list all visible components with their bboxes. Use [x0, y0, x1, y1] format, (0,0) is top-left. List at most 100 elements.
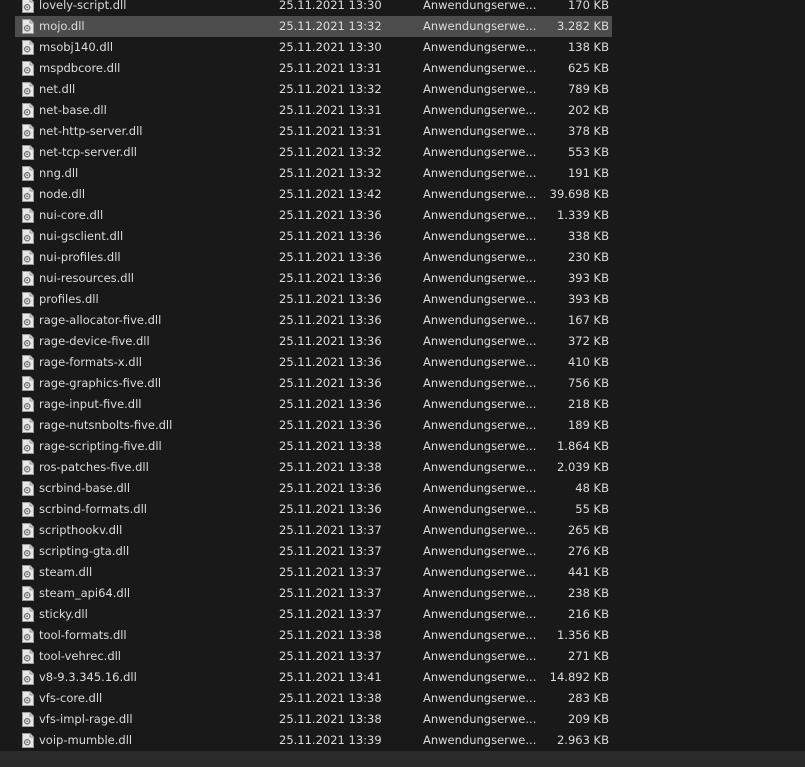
file-row[interactable]: voip-mumble.dll 25.11.2021 13:39 Anwendu… — [0, 730, 805, 751]
file-name[interactable]: rage-graphics-five.dll — [39, 373, 161, 394]
file-row[interactable]: lovely-script.dll 25.11.2021 13:30 Anwen… — [0, 0, 805, 16]
dll-file-icon — [22, 229, 34, 244]
file-row[interactable]: scripting-gta.dll 25.11.2021 13:37 Anwen… — [0, 541, 805, 562]
file-size: 372 KB — [567, 334, 609, 348]
dll-file-icon — [22, 397, 34, 412]
file-modified-date: 25.11.2021 13:32 — [279, 82, 382, 96]
file-row[interactable]: profiles.dll 25.11.2021 13:36 Anwendungs… — [0, 289, 805, 310]
file-type: Anwendungserwe... — [423, 208, 537, 222]
file-row[interactable]: rage-allocator-five.dll 25.11.2021 13:36… — [0, 310, 805, 331]
file-row[interactable]: scrbind-formats.dll 25.11.2021 13:36 Anw… — [0, 499, 805, 520]
file-name[interactable]: net-tcp-server.dll — [39, 142, 137, 163]
file-type: Anwendungserwe... — [423, 82, 537, 96]
file-modified-date: 25.11.2021 13:39 — [279, 733, 382, 747]
file-list[interactable]: lovely-script.dll 25.11.2021 13:30 Anwen… — [0, 0, 805, 751]
file-row[interactable]: scrbind-base.dll 25.11.2021 13:36 Anwend… — [0, 478, 805, 499]
file-row[interactable]: sticky.dll 25.11.2021 13:37 Anwendungser… — [0, 604, 805, 625]
file-name[interactable]: nng.dll — [39, 163, 78, 184]
file-name[interactable]: lovely-script.dll — [39, 0, 126, 16]
dll-file-icon — [22, 733, 34, 748]
file-size: 2.963 KB — [556, 733, 609, 747]
file-type: Anwendungserwe... — [423, 292, 537, 306]
file-row[interactable]: tool-formats.dll 25.11.2021 13:38 Anwend… — [0, 625, 805, 646]
horizontal-scrollbar[interactable] — [0, 751, 805, 767]
file-row[interactable]: net-base.dll 25.11.2021 13:31 Anwendungs… — [0, 100, 805, 121]
dll-file-icon — [22, 670, 34, 685]
file-type: Anwendungserwe... — [423, 250, 537, 264]
file-row[interactable]: mojo.dll 25.11.2021 13:32 Anwendungserwe… — [0, 16, 805, 37]
file-size: 218 KB — [567, 397, 609, 411]
file-name[interactable]: voip-mumble.dll — [39, 730, 132, 751]
file-modified-date: 25.11.2021 13:37 — [279, 607, 382, 621]
file-row[interactable]: steam_api64.dll 25.11.2021 13:37 Anwendu… — [0, 583, 805, 604]
file-name[interactable]: rage-device-five.dll — [39, 331, 150, 352]
dll-file-icon — [22, 145, 34, 160]
file-name[interactable]: scripting-gta.dll — [39, 541, 129, 562]
file-name[interactable]: nui-profiles.dll — [39, 247, 121, 268]
file-row[interactable]: mspdbcore.dll 25.11.2021 13:31 Anwendung… — [0, 58, 805, 79]
file-name[interactable]: tool-formats.dll — [39, 625, 127, 646]
file-row[interactable]: vfs-impl-rage.dll 25.11.2021 13:38 Anwen… — [0, 709, 805, 730]
dll-file-icon — [22, 292, 34, 307]
file-name[interactable]: mojo.dll — [39, 16, 85, 37]
file-row[interactable]: vfs-core.dll 25.11.2021 13:38 Anwendungs… — [0, 688, 805, 709]
file-row[interactable]: nui-gsclient.dll 25.11.2021 13:36 Anwend… — [0, 226, 805, 247]
file-row[interactable]: nui-resources.dll 25.11.2021 13:36 Anwen… — [0, 268, 805, 289]
file-name[interactable]: vfs-core.dll — [39, 688, 102, 709]
file-name[interactable]: rage-scripting-five.dll — [39, 436, 162, 457]
file-row[interactable]: msobj140.dll 25.11.2021 13:30 Anwendungs… — [0, 37, 805, 58]
file-name[interactable]: sticky.dll — [39, 604, 88, 625]
dll-file-icon — [22, 502, 34, 517]
file-modified-date: 25.11.2021 13:31 — [279, 103, 382, 117]
file-row[interactable]: rage-graphics-five.dll 25.11.2021 13:36 … — [0, 373, 805, 394]
file-size: 756 KB — [567, 376, 609, 390]
file-name[interactable]: rage-input-five.dll — [39, 394, 142, 415]
file-name[interactable]: tool-vehrec.dll — [39, 646, 121, 667]
file-name[interactable]: rage-nutsnbolts-five.dll — [39, 415, 172, 436]
file-name[interactable]: profiles.dll — [39, 289, 99, 310]
file-row[interactable]: rage-nutsnbolts-five.dll 25.11.2021 13:3… — [0, 415, 805, 436]
file-name[interactable]: msobj140.dll — [39, 37, 113, 58]
file-row[interactable]: node.dll 25.11.2021 13:42 Anwendungserwe… — [0, 184, 805, 205]
dll-file-icon — [22, 523, 34, 538]
file-type: Anwendungserwe... — [423, 565, 537, 579]
file-name[interactable]: rage-allocator-five.dll — [39, 310, 161, 331]
file-name[interactable]: net-base.dll — [39, 100, 107, 121]
file-row[interactable]: v8-9.3.345.16.dll 25.11.2021 13:41 Anwen… — [0, 667, 805, 688]
file-row[interactable]: ros-patches-five.dll 25.11.2021 13:38 An… — [0, 457, 805, 478]
file-size: 1.356 KB — [556, 628, 609, 642]
dll-file-icon — [22, 124, 34, 139]
file-row[interactable]: steam.dll 25.11.2021 13:37 Anwendungserw… — [0, 562, 805, 583]
file-row[interactable]: nui-profiles.dll 25.11.2021 13:36 Anwend… — [0, 247, 805, 268]
file-row[interactable]: net-tcp-server.dll 25.11.2021 13:32 Anwe… — [0, 142, 805, 163]
file-row[interactable]: rage-scripting-five.dll 25.11.2021 13:38… — [0, 436, 805, 457]
file-name[interactable]: ros-patches-five.dll — [39, 457, 149, 478]
file-name[interactable]: mspdbcore.dll — [39, 58, 120, 79]
file-name[interactable]: vfs-impl-rage.dll — [39, 709, 133, 730]
file-size: 1.864 KB — [556, 439, 609, 453]
file-row[interactable]: tool-vehrec.dll 25.11.2021 13:37 Anwendu… — [0, 646, 805, 667]
file-row[interactable]: rage-input-five.dll 25.11.2021 13:36 Anw… — [0, 394, 805, 415]
file-type: Anwendungserwe... — [423, 670, 537, 684]
file-name[interactable]: net.dll — [39, 79, 75, 100]
file-name[interactable]: net-http-server.dll — [39, 121, 142, 142]
file-row[interactable]: nui-core.dll 25.11.2021 13:36 Anwendungs… — [0, 205, 805, 226]
file-row[interactable]: net-http-server.dll 25.11.2021 13:31 Anw… — [0, 121, 805, 142]
file-name[interactable]: rage-formats-x.dll — [39, 352, 142, 373]
file-name[interactable]: nui-gsclient.dll — [39, 226, 123, 247]
file-name[interactable]: scrbind-formats.dll — [39, 499, 147, 520]
file-name[interactable]: node.dll — [39, 184, 85, 205]
file-modified-date: 25.11.2021 13:36 — [279, 334, 382, 348]
file-name[interactable]: nui-core.dll — [39, 205, 103, 226]
file-row[interactable]: scripthookv.dll 25.11.2021 13:37 Anwendu… — [0, 520, 805, 541]
file-name[interactable]: steam.dll — [39, 562, 92, 583]
file-name[interactable]: steam_api64.dll — [39, 583, 130, 604]
file-row[interactable]: rage-device-five.dll 25.11.2021 13:36 An… — [0, 331, 805, 352]
file-name[interactable]: scripthookv.dll — [39, 520, 122, 541]
file-row[interactable]: rage-formats-x.dll 25.11.2021 13:36 Anwe… — [0, 352, 805, 373]
file-name[interactable]: v8-9.3.345.16.dll — [39, 667, 137, 688]
file-row[interactable]: net.dll 25.11.2021 13:32 Anwendungserwe.… — [0, 79, 805, 100]
file-name[interactable]: nui-resources.dll — [39, 268, 134, 289]
file-row[interactable]: nng.dll 25.11.2021 13:32 Anwendungserwe.… — [0, 163, 805, 184]
file-name[interactable]: scrbind-base.dll — [39, 478, 130, 499]
